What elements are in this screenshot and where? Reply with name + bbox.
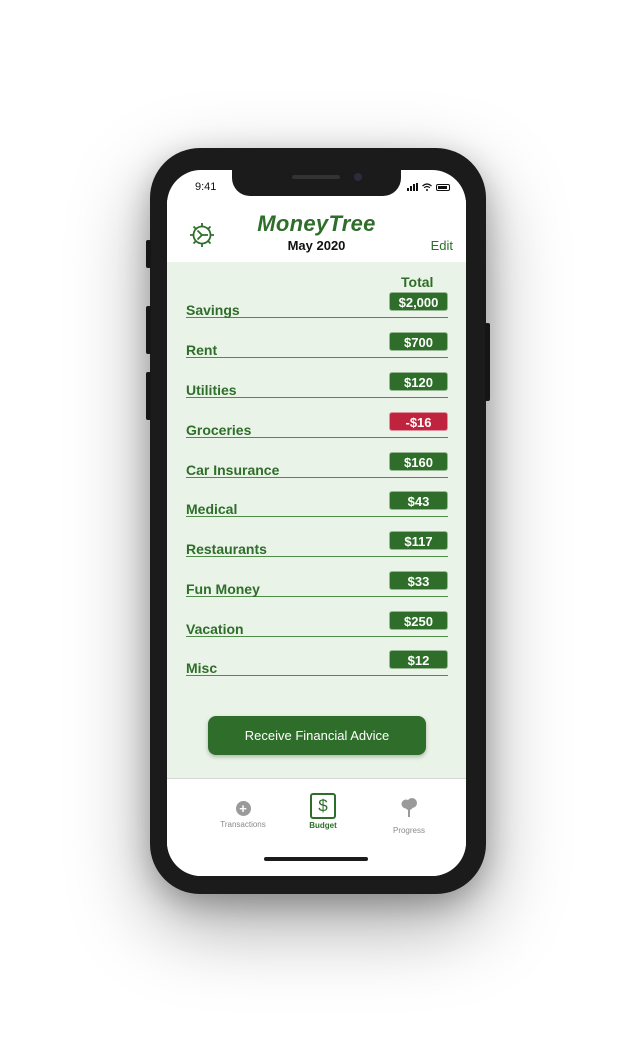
category-label: Restaurants — [186, 541, 267, 557]
category-label: Car Insurance — [186, 462, 280, 478]
month-label: May 2020 — [287, 238, 346, 253]
total-column-header: Total — [401, 274, 434, 290]
wifi-icon — [422, 183, 432, 191]
tab-label: Transactions — [220, 820, 266, 829]
status-icons — [407, 183, 450, 191]
category-label: Rent — [186, 342, 218, 358]
category-label: Savings — [186, 302, 240, 318]
silent-switch — [146, 240, 151, 268]
budget-row-rent[interactable]: Rent $700 — [186, 332, 448, 358]
category-label: Utilities — [186, 382, 237, 398]
amount-badge: $160 — [389, 452, 448, 471]
budget-list: Total Savings $2,000 Rent $700 Utilities… — [167, 262, 466, 778]
volume-up-button — [146, 306, 151, 354]
tab-budget[interactable]: $ Budget — [288, 793, 358, 830]
amount-badge-negative: -$16 — [389, 412, 448, 431]
budget-row-groceries[interactable]: Groceries -$16 — [186, 412, 448, 438]
home-indicator[interactable] — [264, 857, 368, 861]
category-label: Vacation — [186, 621, 244, 637]
amount-badge: $120 — [389, 372, 448, 391]
category-label: Medical — [186, 501, 238, 517]
signal-icon — [407, 183, 418, 191]
category-label: Fun Money — [186, 581, 260, 597]
app-title: MoneyTree — [257, 211, 376, 236]
amount-badge: $43 — [389, 491, 448, 510]
dollar-icon: $ — [310, 793, 336, 819]
front-camera — [354, 173, 362, 181]
amount-badge: $2,000 — [389, 292, 448, 311]
receive-advice-button[interactable]: Receive Financial Advice — [208, 716, 426, 755]
status-time: 9:41 — [195, 181, 217, 193]
amount-badge: $12 — [389, 650, 448, 669]
category-label: Groceries — [186, 422, 252, 438]
budget-row-restaurants[interactable]: Restaurants $117 — [186, 531, 448, 557]
amount-badge: $250 — [389, 611, 448, 630]
notch — [232, 170, 401, 196]
budget-row-savings[interactable]: Savings $2,000 — [186, 292, 448, 318]
tab-progress[interactable]: Progress — [374, 793, 444, 835]
category-label: Misc — [186, 660, 218, 676]
amount-badge: $117 — [389, 531, 448, 550]
volume-down-button — [146, 372, 151, 420]
budget-row-misc[interactable]: Misc $12 — [186, 650, 448, 676]
budget-row-vacation[interactable]: Vacation $250 — [186, 611, 448, 637]
phone-screen: 9:41 MoneyTree May 2020 Edit Total Savin… — [167, 170, 466, 876]
tab-label: Progress — [392, 826, 425, 835]
tab-bar: + Transactions $ Budget Progress — [167, 778, 466, 876]
budget-row-fun-money[interactable]: Fun Money $33 — [186, 571, 448, 597]
budget-row-medical[interactable]: Medical $43 — [186, 491, 448, 517]
budget-row-car-insurance[interactable]: Car Insurance $160 — [186, 452, 448, 478]
plus-circle-icon: + — [235, 801, 251, 816]
speaker-grille — [292, 175, 340, 179]
tree-icon — [401, 798, 417, 817]
power-button — [485, 323, 490, 401]
tab-transactions[interactable]: + Transactions — [208, 793, 278, 829]
tab-label: Budget — [309, 821, 337, 830]
amount-badge: $700 — [389, 332, 448, 351]
budget-row-utilities[interactable]: Utilities $120 — [186, 372, 448, 398]
battery-icon — [436, 184, 450, 191]
edit-button[interactable]: Edit — [431, 238, 453, 253]
amount-badge: $33 — [389, 571, 448, 590]
app-header: MoneyTree May 2020 Edit — [167, 200, 466, 262]
